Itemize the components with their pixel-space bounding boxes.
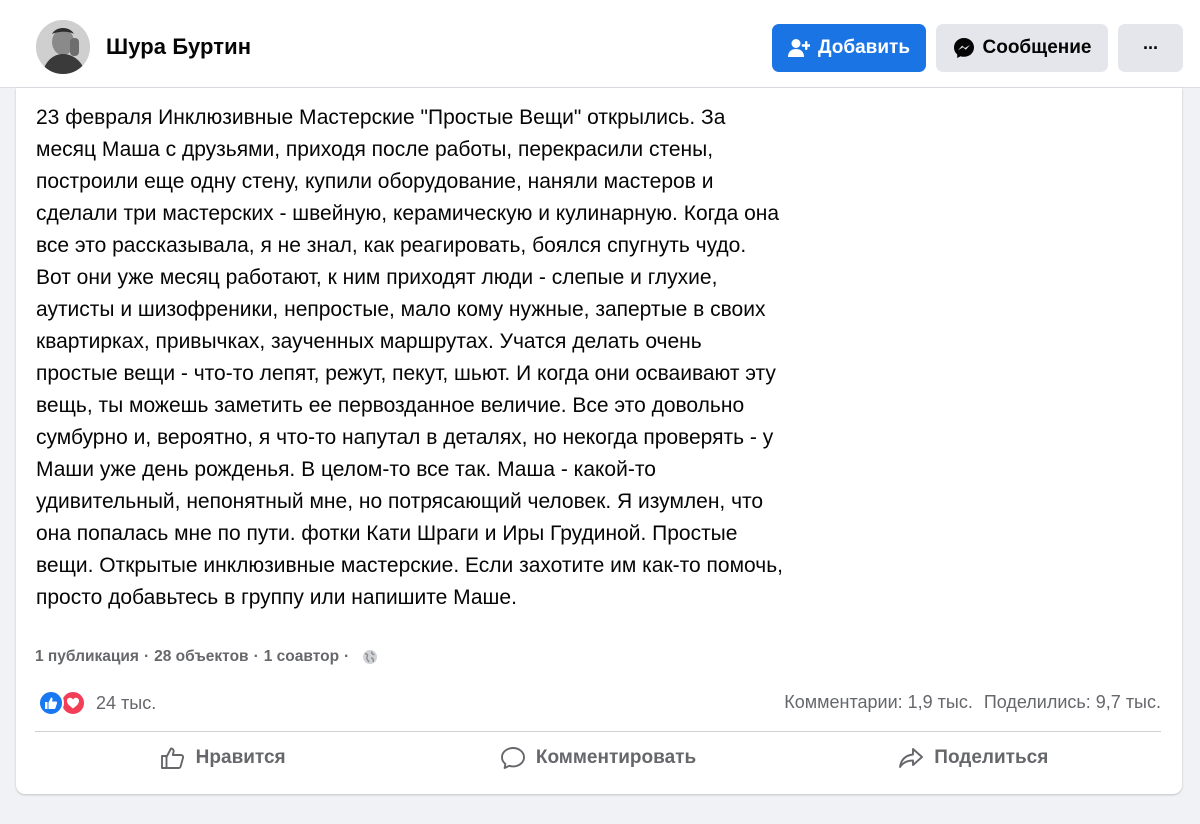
meta-separator: · [344,648,350,665]
post-meta: 1 публикация · 28 объектов · 1 соавтор · [35,648,378,666]
profile-header: Шура Буртин Добавить Сообщение ··· [0,0,1200,88]
objects-link[interactable]: 28 объектов [154,648,248,666]
messenger-icon [953,37,975,59]
coauthors-link[interactable]: 1 соавтор [264,648,339,666]
message-label: Сообщение [982,37,1092,58]
add-friend-button[interactable]: Добавить [772,24,926,72]
like-button[interactable]: Нравится [35,736,410,780]
reactions-summary[interactable]: 24 тыс. [38,689,156,717]
like-icon [38,690,64,716]
message-button[interactable]: Сообщение [936,24,1108,72]
post-card: 23 февраля Инклюзивные Мастерские "Прост… [16,88,1182,794]
more-options-button[interactable]: ··· [1118,24,1183,72]
comments-count[interactable]: Комментарии: 1,9 тыс. [784,692,973,713]
add-friend-label: Добавить [817,37,911,58]
post-stats: Комментарии: 1,9 тыс. Поделились: 9,7 ты… [784,692,1161,713]
profile-name[interactable]: Шура Буртин [106,34,251,60]
post-actions: Нравится Комментировать Поделиться [35,736,1161,780]
comment-button[interactable]: Комментировать [410,736,785,780]
shares-count[interactable]: Поделились: 9,7 тыс. [984,692,1161,713]
thumbs-up-icon [160,746,186,770]
meta-separator: · [143,648,150,665]
globe-icon[interactable] [362,649,378,665]
share-icon [898,746,924,770]
publications-link[interactable]: 1 публикация [35,648,139,666]
share-button[interactable]: Поделиться [786,736,1161,780]
reaction-count: 24 тыс. [96,692,157,713]
avatar[interactable] [36,20,90,74]
more-icon: ··· [1143,37,1159,58]
comment-label: Комментировать [535,747,697,768]
comment-icon [500,746,526,770]
like-label: Нравится [195,747,286,768]
post-text: 23 февраля Инклюзивные Мастерские "Прост… [36,106,783,609]
add-friend-icon [787,38,810,58]
share-label: Поделиться [934,747,1049,768]
divider [35,731,1161,732]
meta-separator: · [253,648,259,665]
